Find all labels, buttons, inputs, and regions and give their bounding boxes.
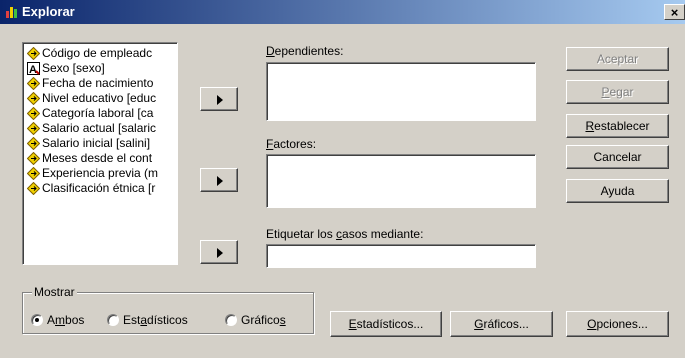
scale-variable-icon bbox=[27, 47, 40, 60]
move-to-dependientes-button[interactable] bbox=[200, 87, 238, 111]
factores-list[interactable] bbox=[266, 154, 536, 208]
ayuda-button[interactable]: Ayuda bbox=[566, 179, 669, 203]
variable-item[interactable]: Clasificación étnica [r bbox=[27, 181, 177, 196]
move-to-factores-button[interactable] bbox=[200, 168, 238, 192]
variable-item[interactable]: Nivel educativo [educ bbox=[27, 91, 177, 106]
cancelar-button[interactable]: Cancelar bbox=[566, 145, 669, 169]
close-button[interactable]: × bbox=[664, 4, 685, 20]
ambos-label: Ambos bbox=[47, 313, 85, 327]
opciones-button[interactable]: Opciones... bbox=[566, 311, 669, 337]
mostrar-group: Mostrar Ambos Estadísticos Gráficos bbox=[22, 285, 314, 334]
move-to-etiquetar-button[interactable] bbox=[200, 240, 238, 264]
graficos-radio-label: Gráficos bbox=[241, 313, 286, 327]
app-icon bbox=[6, 7, 17, 18]
scale-variable-icon bbox=[27, 107, 40, 120]
variable-label: Sexo [sexo] bbox=[42, 61, 105, 75]
variable-item[interactable]: A Sexo [sexo] bbox=[27, 61, 177, 76]
pegar-button[interactable]: Pegar bbox=[566, 80, 669, 104]
dependientes-list[interactable] bbox=[266, 62, 536, 121]
mostrar-legend: Mostrar bbox=[32, 285, 77, 299]
variable-label: Experiencia previa (m bbox=[42, 166, 159, 180]
etiquetar-casos-label: Etiquetar los casos mediante: bbox=[266, 227, 424, 241]
variable-label: Meses desde el cont bbox=[42, 151, 153, 165]
variable-item[interactable]: Experiencia previa (m bbox=[27, 166, 177, 181]
variable-label: Salario actual [salaric bbox=[42, 121, 157, 135]
graficos-radio[interactable]: Gráficos bbox=[225, 313, 286, 327]
estadisticos-radio[interactable]: Estadísticos bbox=[107, 313, 188, 327]
scale-variable-icon bbox=[27, 92, 40, 105]
variable-label: Categoría laboral [ca bbox=[42, 106, 154, 120]
variable-item[interactable]: Meses desde el cont bbox=[27, 151, 177, 166]
ambos-radio[interactable]: Ambos bbox=[31, 313, 84, 327]
variable-item[interactable]: Salario actual [salaric bbox=[27, 121, 177, 136]
svg-text:A: A bbox=[29, 64, 37, 75]
scale-variable-icon bbox=[27, 77, 40, 90]
variable-item[interactable]: Código de empleadc bbox=[27, 46, 177, 61]
dependientes-label: Dependientes: bbox=[266, 44, 344, 58]
scale-variable-icon bbox=[27, 167, 40, 180]
variable-item[interactable]: Salario inicial [salini] bbox=[27, 136, 177, 151]
restablecer-button[interactable]: Restablecer bbox=[566, 114, 669, 138]
radio-circle bbox=[225, 314, 237, 326]
variable-label: Salario inicial [salini] bbox=[42, 136, 151, 150]
estadisticos-button[interactable]: Estadísticos... bbox=[330, 311, 442, 337]
variable-label: Código de empleadc bbox=[42, 46, 153, 60]
variable-label: Nivel educativo [educ bbox=[42, 91, 157, 105]
window-title: Explorar bbox=[22, 4, 75, 19]
radio-circle bbox=[31, 314, 43, 326]
right-arrow-icon bbox=[217, 248, 223, 258]
graficos-button[interactable]: Gráficos... bbox=[450, 311, 553, 337]
variable-item[interactable]: Fecha de nacimiento bbox=[27, 76, 177, 91]
estadisticos-radio-label: Estadísticos bbox=[123, 313, 188, 327]
variable-label: Fecha de nacimiento bbox=[42, 76, 154, 90]
right-arrow-icon bbox=[217, 95, 223, 105]
right-arrow-icon bbox=[217, 176, 223, 186]
aceptar-button[interactable]: Aceptar bbox=[566, 47, 669, 71]
scale-variable-icon bbox=[27, 122, 40, 135]
title-bar: Explorar bbox=[0, 0, 685, 24]
variable-item[interactable]: Categoría laboral [ca bbox=[27, 106, 177, 121]
scale-variable-icon bbox=[27, 137, 40, 150]
variable-label: Clasificación étnica [r bbox=[42, 181, 156, 195]
scale-variable-icon bbox=[27, 182, 40, 195]
string-variable-icon: A bbox=[27, 62, 40, 75]
etiquetar-casos-field[interactable] bbox=[266, 244, 536, 268]
factores-label: Factores: bbox=[266, 137, 317, 151]
radio-circle bbox=[107, 314, 119, 326]
scale-variable-icon bbox=[27, 152, 40, 165]
variable-list[interactable]: Código de empleadc A Sexo [sexo] Fecha d… bbox=[22, 42, 178, 265]
